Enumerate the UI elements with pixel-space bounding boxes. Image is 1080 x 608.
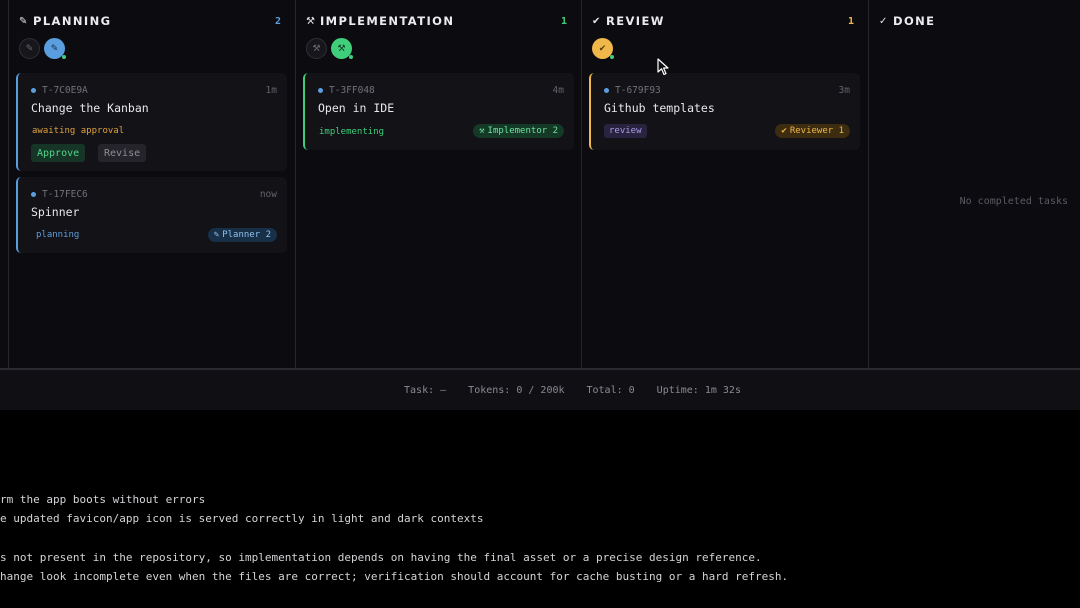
mouse-cursor-icon: [657, 58, 669, 76]
hammer-pick-icon: ⚒: [312, 43, 321, 54]
pencil-icon: ✎: [213, 230, 220, 240]
column-title: IMPLEMENTATION: [320, 14, 455, 28]
board-gutter: [0, 0, 9, 368]
check-icon: ✓: [879, 15, 888, 27]
task-age: 4m: [552, 85, 564, 96]
agent-name: Planner 2: [222, 230, 271, 240]
task-status: planning: [36, 230, 80, 240]
agent-avatar-idle[interactable]: ✎: [19, 38, 40, 59]
column-planning: ✎ PLANNING 2 ✎ ✎ T-7C0E9A 1m Change the …: [9, 0, 296, 368]
task-age: 3m: [838, 85, 850, 96]
column-done: ✓ DONE No completed tasks: [869, 0, 1080, 368]
online-indicator: [62, 55, 66, 59]
task-id: T-3FF048: [329, 85, 375, 96]
check-icon: ✔: [598, 43, 607, 54]
task-title: Change the Kanban: [31, 101, 149, 115]
agent-avatars-implementation: ⚒ ⚒: [306, 38, 353, 60]
status-dot: [318, 88, 323, 93]
task-age: 1m: [265, 85, 277, 96]
status-bar: Task: — Tokens: 0 / 200k Total: 0 Uptime…: [0, 368, 1080, 410]
task-card[interactable]: T-7C0E9A 1m Change the Kanban awaiting a…: [16, 73, 287, 171]
column-title: DONE: [893, 14, 936, 28]
column-header-done: ✓ DONE: [879, 14, 1066, 28]
agent-avatars-review: ✔: [592, 38, 614, 60]
terminal-line: s not present in the repository, so impl…: [0, 551, 762, 564]
agent-name: Reviewer 1: [789, 126, 844, 136]
task-meta: T-679F93 3m: [604, 85, 850, 96]
task-id: T-7C0E9A: [42, 85, 88, 96]
task-meta: T-7C0E9A 1m: [31, 85, 277, 96]
column-header-planning: ✎ PLANNING 2: [19, 14, 281, 28]
task-id: T-679F93: [615, 85, 661, 96]
task-status: implementing: [319, 127, 385, 137]
revise-button[interactable]: Revise: [98, 144, 147, 162]
agent-badge[interactable]: ✔ Reviewer 1: [775, 124, 850, 138]
status-dot: [604, 88, 609, 93]
terminal-line: hange look incomplete even when the file…: [0, 570, 789, 583]
column-count: 2: [274, 15, 281, 27]
agent-name: Implementor 2: [487, 126, 558, 136]
column-review: ✔ REVIEW 1 ✔ T-679F93 3m Github template…: [582, 0, 869, 368]
task-status: review: [604, 124, 647, 138]
task-meta: T-17FEC6 now: [31, 189, 277, 200]
column-title: REVIEW: [606, 14, 665, 28]
agent-badge[interactable]: ✎ Planner 2: [207, 228, 277, 242]
hammer-pick-icon: ⚒: [337, 43, 346, 54]
task-card[interactable]: T-679F93 3m Github templates review ✔ Re…: [589, 73, 860, 150]
kanban-board: ✎ PLANNING 2 ✎ ✎ T-7C0E9A 1m Change the …: [0, 0, 1080, 368]
column-count: 1: [847, 15, 854, 27]
task-meta: T-3FF048 4m: [318, 85, 564, 96]
task-id: T-17FEC6: [42, 189, 88, 200]
agent-avatars-planning: ✎ ✎: [19, 38, 66, 60]
task-card[interactable]: T-3FF048 4m Open in IDE implementing ⚒ I…: [303, 73, 574, 150]
check-icon: ✔: [592, 15, 601, 27]
approve-button[interactable]: Approve: [31, 144, 86, 162]
uptime: Uptime: 1m 32s: [656, 384, 741, 396]
terminal-output[interactable]: rm the app boots without errors e update…: [0, 410, 1080, 608]
current-task: Task: —: [404, 384, 447, 396]
column-implementation: ⚒ IMPLEMENTATION 1 ⚒ ⚒ T-3FF048 4m Open …: [296, 0, 582, 368]
hammer-pick-icon: ⚒: [479, 126, 485, 136]
terminal-line: e updated favicon/app icon is served cor…: [0, 512, 484, 525]
token-usage: Tokens: 0 / 200k: [468, 384, 565, 396]
hammer-pick-icon: ⚒: [306, 15, 315, 27]
agent-avatar-active[interactable]: ✔: [592, 38, 614, 59]
agent-avatar-active[interactable]: ⚒: [331, 38, 353, 59]
column-count: 1: [560, 15, 567, 27]
status-dot: [31, 192, 36, 197]
task-title: Github templates: [604, 101, 715, 115]
task-age: now: [259, 189, 277, 200]
status-dot: [31, 88, 36, 93]
task-title: Open in IDE: [318, 101, 395, 115]
task-title: Spinner: [31, 205, 80, 219]
pencil-icon: ✎: [19, 15, 28, 27]
pencil-icon: ✎: [50, 43, 59, 54]
online-indicator: [610, 55, 614, 59]
task-status: awaiting approval: [32, 126, 125, 136]
task-card[interactable]: T-17FEC6 now Spinner planning ✎ Planner …: [16, 177, 287, 253]
column-header-implementation: ⚒ IMPLEMENTATION 1: [306, 14, 567, 28]
column-header-review: ✔ REVIEW 1: [592, 14, 854, 28]
empty-state: No completed tasks: [959, 196, 1068, 207]
terminal-line: rm the app boots without errors: [0, 493, 206, 506]
pencil-icon: ✎: [25, 43, 34, 54]
check-icon: ✔: [781, 126, 787, 136]
agent-avatar-idle[interactable]: ⚒: [306, 38, 327, 59]
agent-avatar-active[interactable]: ✎: [44, 38, 66, 59]
total-count: Total: 0: [586, 384, 635, 396]
agent-badge[interactable]: ⚒ Implementor 2: [473, 124, 564, 138]
column-title: PLANNING: [33, 14, 112, 28]
online-indicator: [349, 55, 353, 59]
